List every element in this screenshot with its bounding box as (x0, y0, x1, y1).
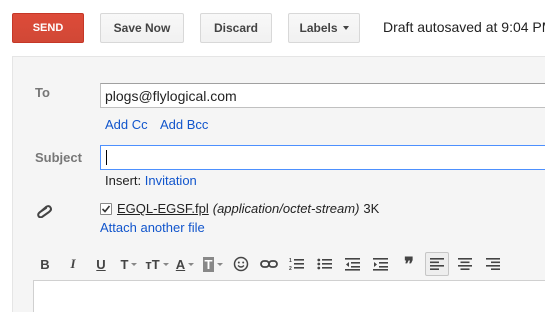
autosave-status: Draft autosaved at 9:04 PM ( (383, 19, 545, 35)
attachment-size: 3K (363, 201, 380, 216)
font-size-icon[interactable]: тT (145, 252, 169, 276)
labels-button-label: Labels (299, 21, 338, 35)
svg-text:2: 2 (289, 266, 292, 271)
indent-more-icon[interactable] (369, 252, 393, 276)
highlight-glyph: T (202, 256, 215, 272)
labels-dropdown-button[interactable]: Labels (288, 13, 360, 43)
bulleted-list-glyph (317, 258, 332, 270)
send-button[interactable]: SEND (12, 13, 84, 43)
checkmark-icon (101, 204, 111, 213)
numbered-list-icon[interactable]: 12 (285, 252, 309, 276)
text-color-icon[interactable]: A (173, 252, 197, 276)
indent-more-glyph (373, 258, 388, 271)
add-cc-link[interactable]: Add Cc (105, 117, 148, 132)
insert-label: Insert: (105, 173, 142, 188)
compose-toolbar: SEND Save Now Discard Labels Draft autos… (0, 0, 545, 56)
formatting-toolbar: B I U T тT A T 12 ❞ (33, 251, 545, 277)
attachment-type: (application/octet-stream) (212, 201, 360, 216)
insert-row: Insert: Invitation (105, 173, 197, 188)
link-icon[interactable] (257, 252, 281, 276)
to-label: To (35, 85, 50, 100)
attach-another-file-link[interactable]: Attach another file (100, 220, 205, 235)
insert-invitation-link[interactable]: Invitation (145, 173, 197, 188)
discard-button[interactable]: Discard (200, 13, 272, 43)
align-right-icon[interactable] (481, 252, 505, 276)
align-left-glyph (430, 258, 444, 270)
subject-label: Subject (35, 150, 82, 165)
chevron-down-icon (131, 262, 138, 266)
indent-less-glyph (345, 258, 360, 271)
align-left-icon[interactable] (425, 252, 449, 276)
align-center-icon[interactable] (453, 252, 477, 276)
message-body-editor[interactable] (33, 280, 545, 312)
chevron-down-icon (217, 262, 224, 266)
add-bcc-link[interactable]: Add Bcc (160, 117, 208, 132)
chevron-down-icon (162, 262, 169, 266)
text-color-glyph: A (175, 256, 186, 272)
quote-icon[interactable]: ❞ (397, 252, 421, 276)
attachment-filename[interactable]: EGQL-EGSF.fpl (117, 201, 209, 216)
highlight-color-icon[interactable]: T (201, 252, 225, 276)
text-cursor (106, 150, 107, 165)
underline-icon[interactable]: U (89, 252, 113, 276)
chevron-down-icon (342, 26, 349, 30)
to-field-value: plogs@flylogical.com (105, 88, 237, 104)
bulleted-list-icon[interactable] (313, 252, 337, 276)
chevron-down-icon (188, 262, 195, 266)
font-size-glyph: тT (145, 256, 160, 272)
align-right-glyph (486, 258, 500, 270)
to-field[interactable]: plogs@flylogical.com (100, 83, 545, 108)
svg-text:1: 1 (289, 258, 292, 264)
chain-link-icon (260, 260, 278, 268)
numbered-list-glyph: 12 (289, 258, 304, 271)
bold-icon[interactable]: B (33, 252, 57, 276)
indent-less-icon[interactable] (341, 252, 365, 276)
font-icon[interactable]: T (117, 252, 141, 276)
font-glyph: T (120, 256, 129, 272)
attachment-checkbox[interactable] (100, 202, 112, 215)
subject-field[interactable] (100, 145, 545, 170)
attachment-row: EGQL-EGSF.fpl (application/octet-stream)… (100, 201, 379, 216)
emoji-icon[interactable] (229, 252, 253, 276)
align-center-glyph (458, 258, 472, 270)
italic-icon[interactable]: I (61, 252, 85, 276)
paperclip-icon (37, 205, 52, 218)
save-now-button[interactable]: Save Now (100, 13, 184, 43)
smiley-icon (233, 256, 249, 272)
